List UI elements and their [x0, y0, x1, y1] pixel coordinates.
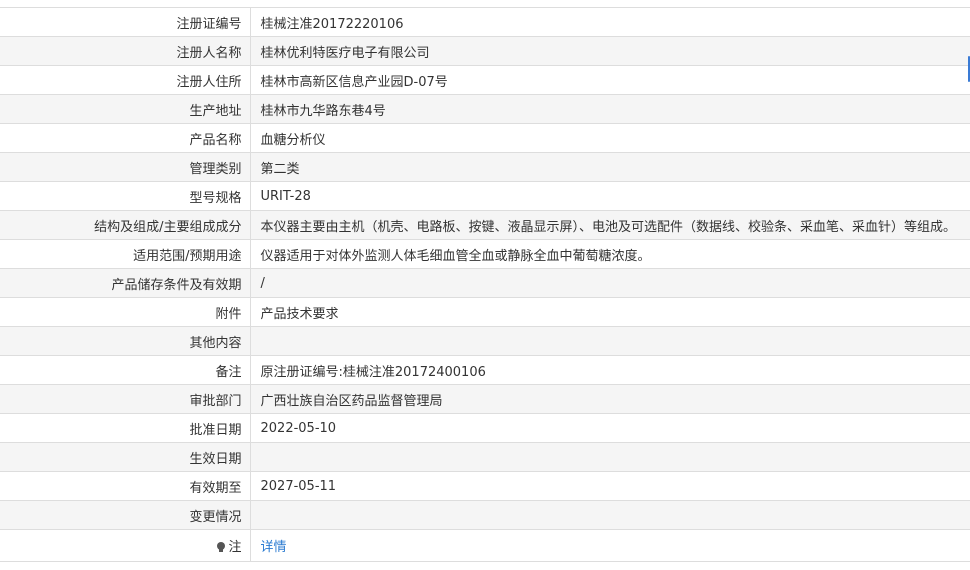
row-label-management-category: 管理类别 [0, 152, 251, 182]
row-label-model-spec: 型号规格 [0, 181, 251, 211]
table-row: 结构及组成/主要组成成分 本仪器主要由主机（机壳、电路板、按键、液晶显示屏）、电… [0, 210, 970, 240]
row-value-product-name: 血糖分析仪 [250, 123, 970, 153]
table-row: 审批部门 广西壮族自治区药品监督管理局 [0, 384, 970, 414]
table-row: 其他内容 [0, 326, 970, 356]
row-label-registrant-address: 注册人住所 [0, 65, 251, 95]
row-label-production-address: 生产地址 [0, 94, 251, 124]
row-label-registrant-name: 注册人名称 [0, 36, 251, 66]
table-row: 产品名称 血糖分析仪 [0, 123, 970, 153]
row-value-effective-date [250, 442, 970, 472]
row-value-remarks: 原注册证编号:桂械注准20172400106 [250, 355, 970, 385]
row-value-intended-use: 仪器适用于对体外监测人体毛细血管全血或静脉全血中葡萄糖浓度。 [250, 239, 970, 269]
note-label-cell: 注 [0, 529, 251, 562]
row-label-registration-number: 注册证编号 [0, 7, 251, 37]
row-label-structure-composition: 结构及组成/主要组成成分 [0, 210, 251, 240]
table-row: 有效期至 2027-05-11 [0, 471, 970, 501]
row-label-approval-date: 批准日期 [0, 413, 251, 443]
row-label-remarks: 备注 [0, 355, 251, 385]
row-label-approval-department: 审批部门 [0, 384, 251, 414]
row-value-approval-date: 2022-05-10 [250, 413, 970, 443]
row-label-storage-validity: 产品储存条件及有效期 [0, 268, 251, 298]
table-row: 型号规格 URIT-28 [0, 181, 970, 211]
row-label-attachment: 附件 [0, 297, 251, 327]
row-label-product-name: 产品名称 [0, 123, 251, 153]
table-row: 备注 原注册证编号:桂械注准20172400106 [0, 355, 970, 385]
row-value-management-category: 第二类 [250, 152, 970, 182]
table-row: 注册人住所 桂林市高新区信息产业园D-07号 [0, 65, 970, 95]
table-row: 适用范围/预期用途 仪器适用于对体外监测人体毛细血管全血或静脉全血中葡萄糖浓度。 [0, 239, 970, 269]
table-row: 生效日期 [0, 442, 970, 472]
row-value-structure-composition: 本仪器主要由主机（机壳、电路板、按键、液晶显示屏）、电池及可选配件（数据线、校验… [250, 210, 970, 240]
note-value-cell: 详情 [250, 529, 970, 562]
row-label-valid-until: 有效期至 [0, 471, 251, 501]
row-label-change-status: 变更情况 [0, 500, 251, 530]
row-label-intended-use: 适用范围/预期用途 [0, 239, 251, 269]
table-row: 注册证编号 桂械注准20172220106 [0, 7, 970, 37]
row-value-other-content [250, 326, 970, 356]
row-label-effective-date: 生效日期 [0, 442, 251, 472]
lightbulb-icon [216, 542, 226, 552]
registration-detail-table: 注册证编号 桂械注准20172220106 注册人名称 桂林优利特医疗电子有限公… [0, 7, 970, 562]
row-value-valid-until: 2027-05-11 [250, 471, 970, 501]
row-value-model-spec: URIT-28 [250, 181, 970, 211]
note-label: 注 [228, 540, 242, 555]
details-link[interactable]: 详情 [261, 540, 287, 555]
table-row: 注册人名称 桂林优利特医疗电子有限公司 [0, 36, 970, 66]
table-row: 管理类别 第二类 [0, 152, 970, 182]
table-row: 变更情况 [0, 500, 970, 530]
row-value-storage-validity: / [250, 268, 970, 298]
row-value-attachment: 产品技术要求 [250, 297, 970, 327]
table-row: 附件 产品技术要求 [0, 297, 970, 327]
row-value-registrant-address: 桂林市高新区信息产业园D-07号 [250, 65, 970, 95]
registration-detail-page: 注册证编号 桂械注准20172220106 注册人名称 桂林优利特医疗电子有限公… [0, 0, 970, 570]
row-label-other-content: 其他内容 [0, 326, 251, 356]
table-row: 产品储存条件及有效期 / [0, 268, 970, 298]
row-value-approval-department: 广西壮族自治区药品监督管理局 [250, 384, 970, 414]
row-value-registration-number: 桂械注准20172220106 [250, 7, 970, 37]
row-value-registrant-name: 桂林优利特医疗电子有限公司 [250, 36, 970, 66]
table-row: 生产地址 桂林市九华路东巷4号 [0, 94, 970, 124]
table-row: 批准日期 2022-05-10 [0, 413, 970, 443]
row-value-production-address: 桂林市九华路东巷4号 [250, 94, 970, 124]
note-row: 注 详情 [0, 529, 970, 562]
row-value-change-status [250, 500, 970, 530]
